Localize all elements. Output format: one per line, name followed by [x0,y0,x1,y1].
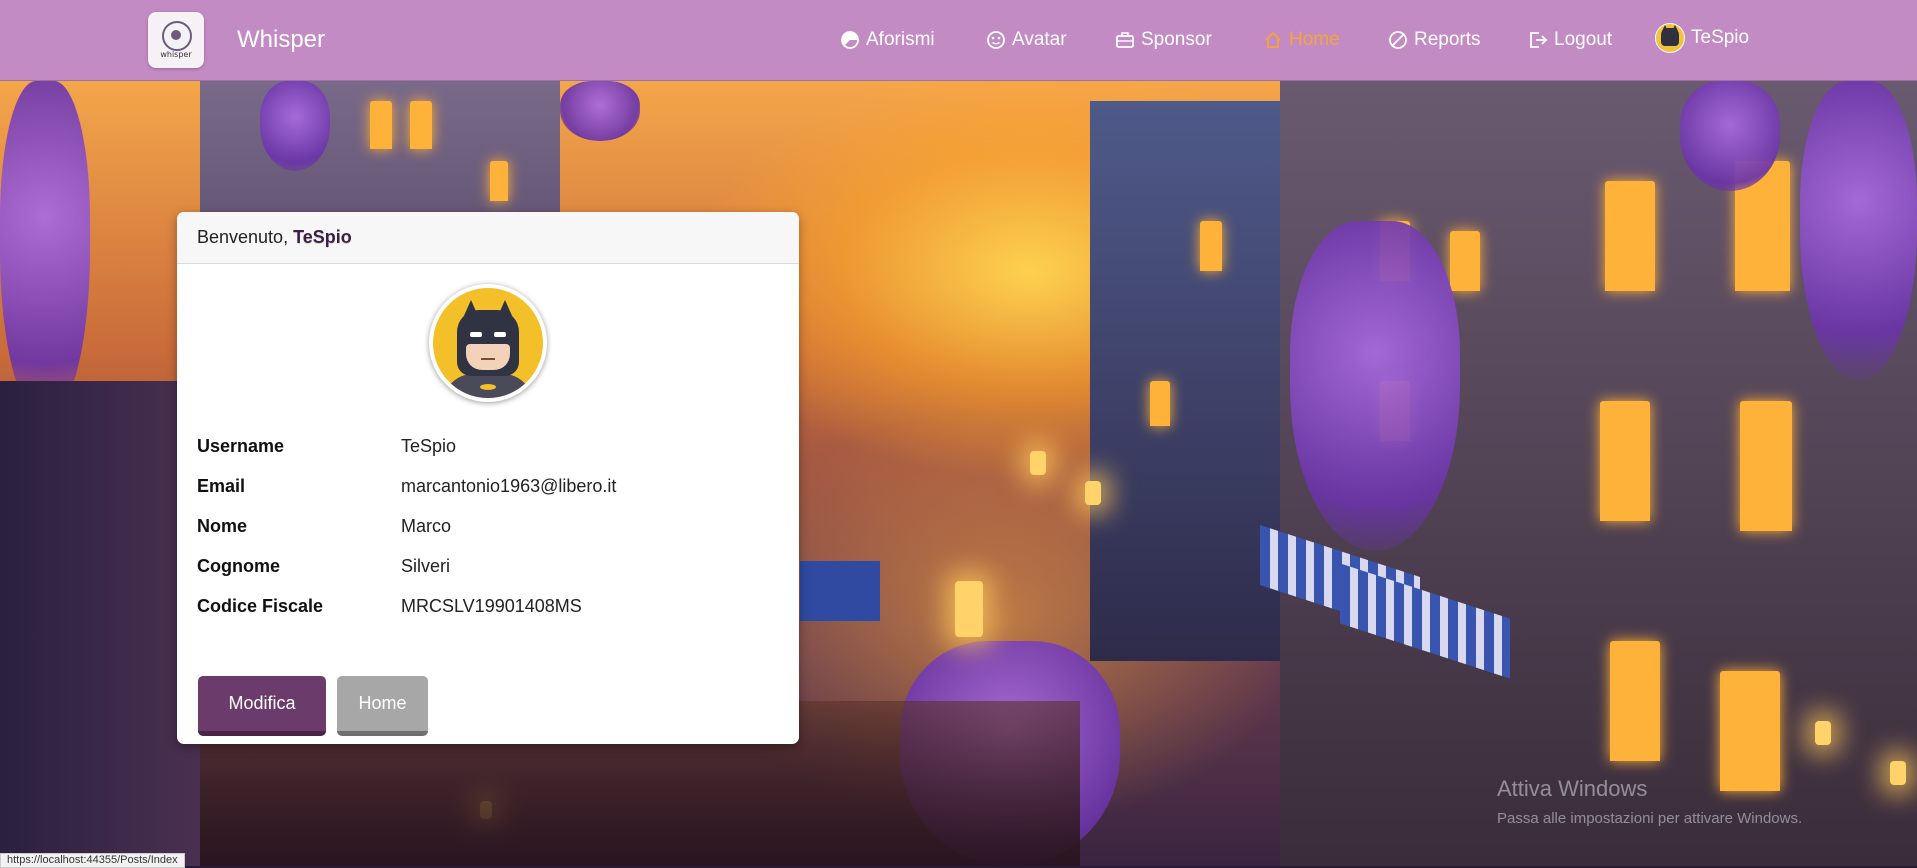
modifica-button[interactable]: Modifica [198,676,326,736]
nav-item-logout[interactable]: Logout [1528,28,1612,52]
field-label: Cognome [197,556,280,576]
batman-avatar-icon [429,284,547,402]
nav-item-home[interactable]: Home [1263,28,1340,52]
briefcase-icon [1116,32,1134,48]
nav-item-sponsor[interactable]: Sponsor [1115,28,1212,52]
home-icon [1265,31,1281,48]
info-row-codice-fiscale: Codice Fiscale MRCSLV19901408MS [197,596,582,620]
profile-card: Benvenuto, TeSpio Username TeSpio Email … [177,212,799,744]
field-value: Marco [401,516,452,536]
slash-circle-icon [1389,31,1407,49]
brand-name[interactable]: Whisper [237,26,325,54]
field-value: TeSpio [401,436,457,456]
nav-item-label: Sponsor [1141,29,1212,50]
field-label: Codice Fiscale [197,596,324,616]
info-row-email: Email marcantonio1963@libero.it [197,476,616,500]
home-button[interactable]: Home [337,676,428,736]
nav-user-menu[interactable]: TeSpio [1655,23,1750,53]
info-row-nome: Nome Marco [197,516,451,540]
nav-item-aforismi[interactable]: Aforismi [840,28,935,52]
nav-item-label: Logout [1554,29,1613,50]
nav-item-label: Home [1289,29,1340,50]
info-row-cognome: Cognome Silveri [197,556,450,580]
info-row-username: Username TeSpio [197,436,456,460]
card-header: Benvenuto, TeSpio [177,212,799,264]
windows-watermark-title: Attiva Windows [1497,776,1648,801]
greeting-text: Benvenuto, [197,227,289,247]
field-value: Silveri [401,556,451,576]
windows-watermark-subtitle: Passa alle impostazioni per attivare Win… [1497,810,1803,827]
nav-item-avatar[interactable]: Avatar [986,28,1067,52]
face-icon [987,31,1005,49]
batman-avatar-icon [1655,23,1685,53]
pie-chart-icon [841,31,859,49]
logout-icon [1530,32,1548,48]
field-label: Nome [197,516,248,536]
greeting-username: TeSpio [293,227,352,247]
nav-item-label: Aforismi [866,29,935,50]
nav-item-reports[interactable]: Reports [1388,28,1481,52]
nav-item-label: Reports [1414,29,1481,50]
field-value: MRCSLV19901408MS [401,596,582,616]
nav-item-label: Avatar [1012,29,1067,50]
navbar: whisper Whisper Aforismi Avatar Sponsor … [0,0,1917,81]
nav-user-label: TeSpio [1691,27,1750,48]
field-value: marcantonio1963@libero.it [401,476,617,496]
whisper-logo-icon[interactable]: whisper [148,12,204,68]
field-label: Email [197,476,246,496]
field-label: Username [197,436,285,456]
